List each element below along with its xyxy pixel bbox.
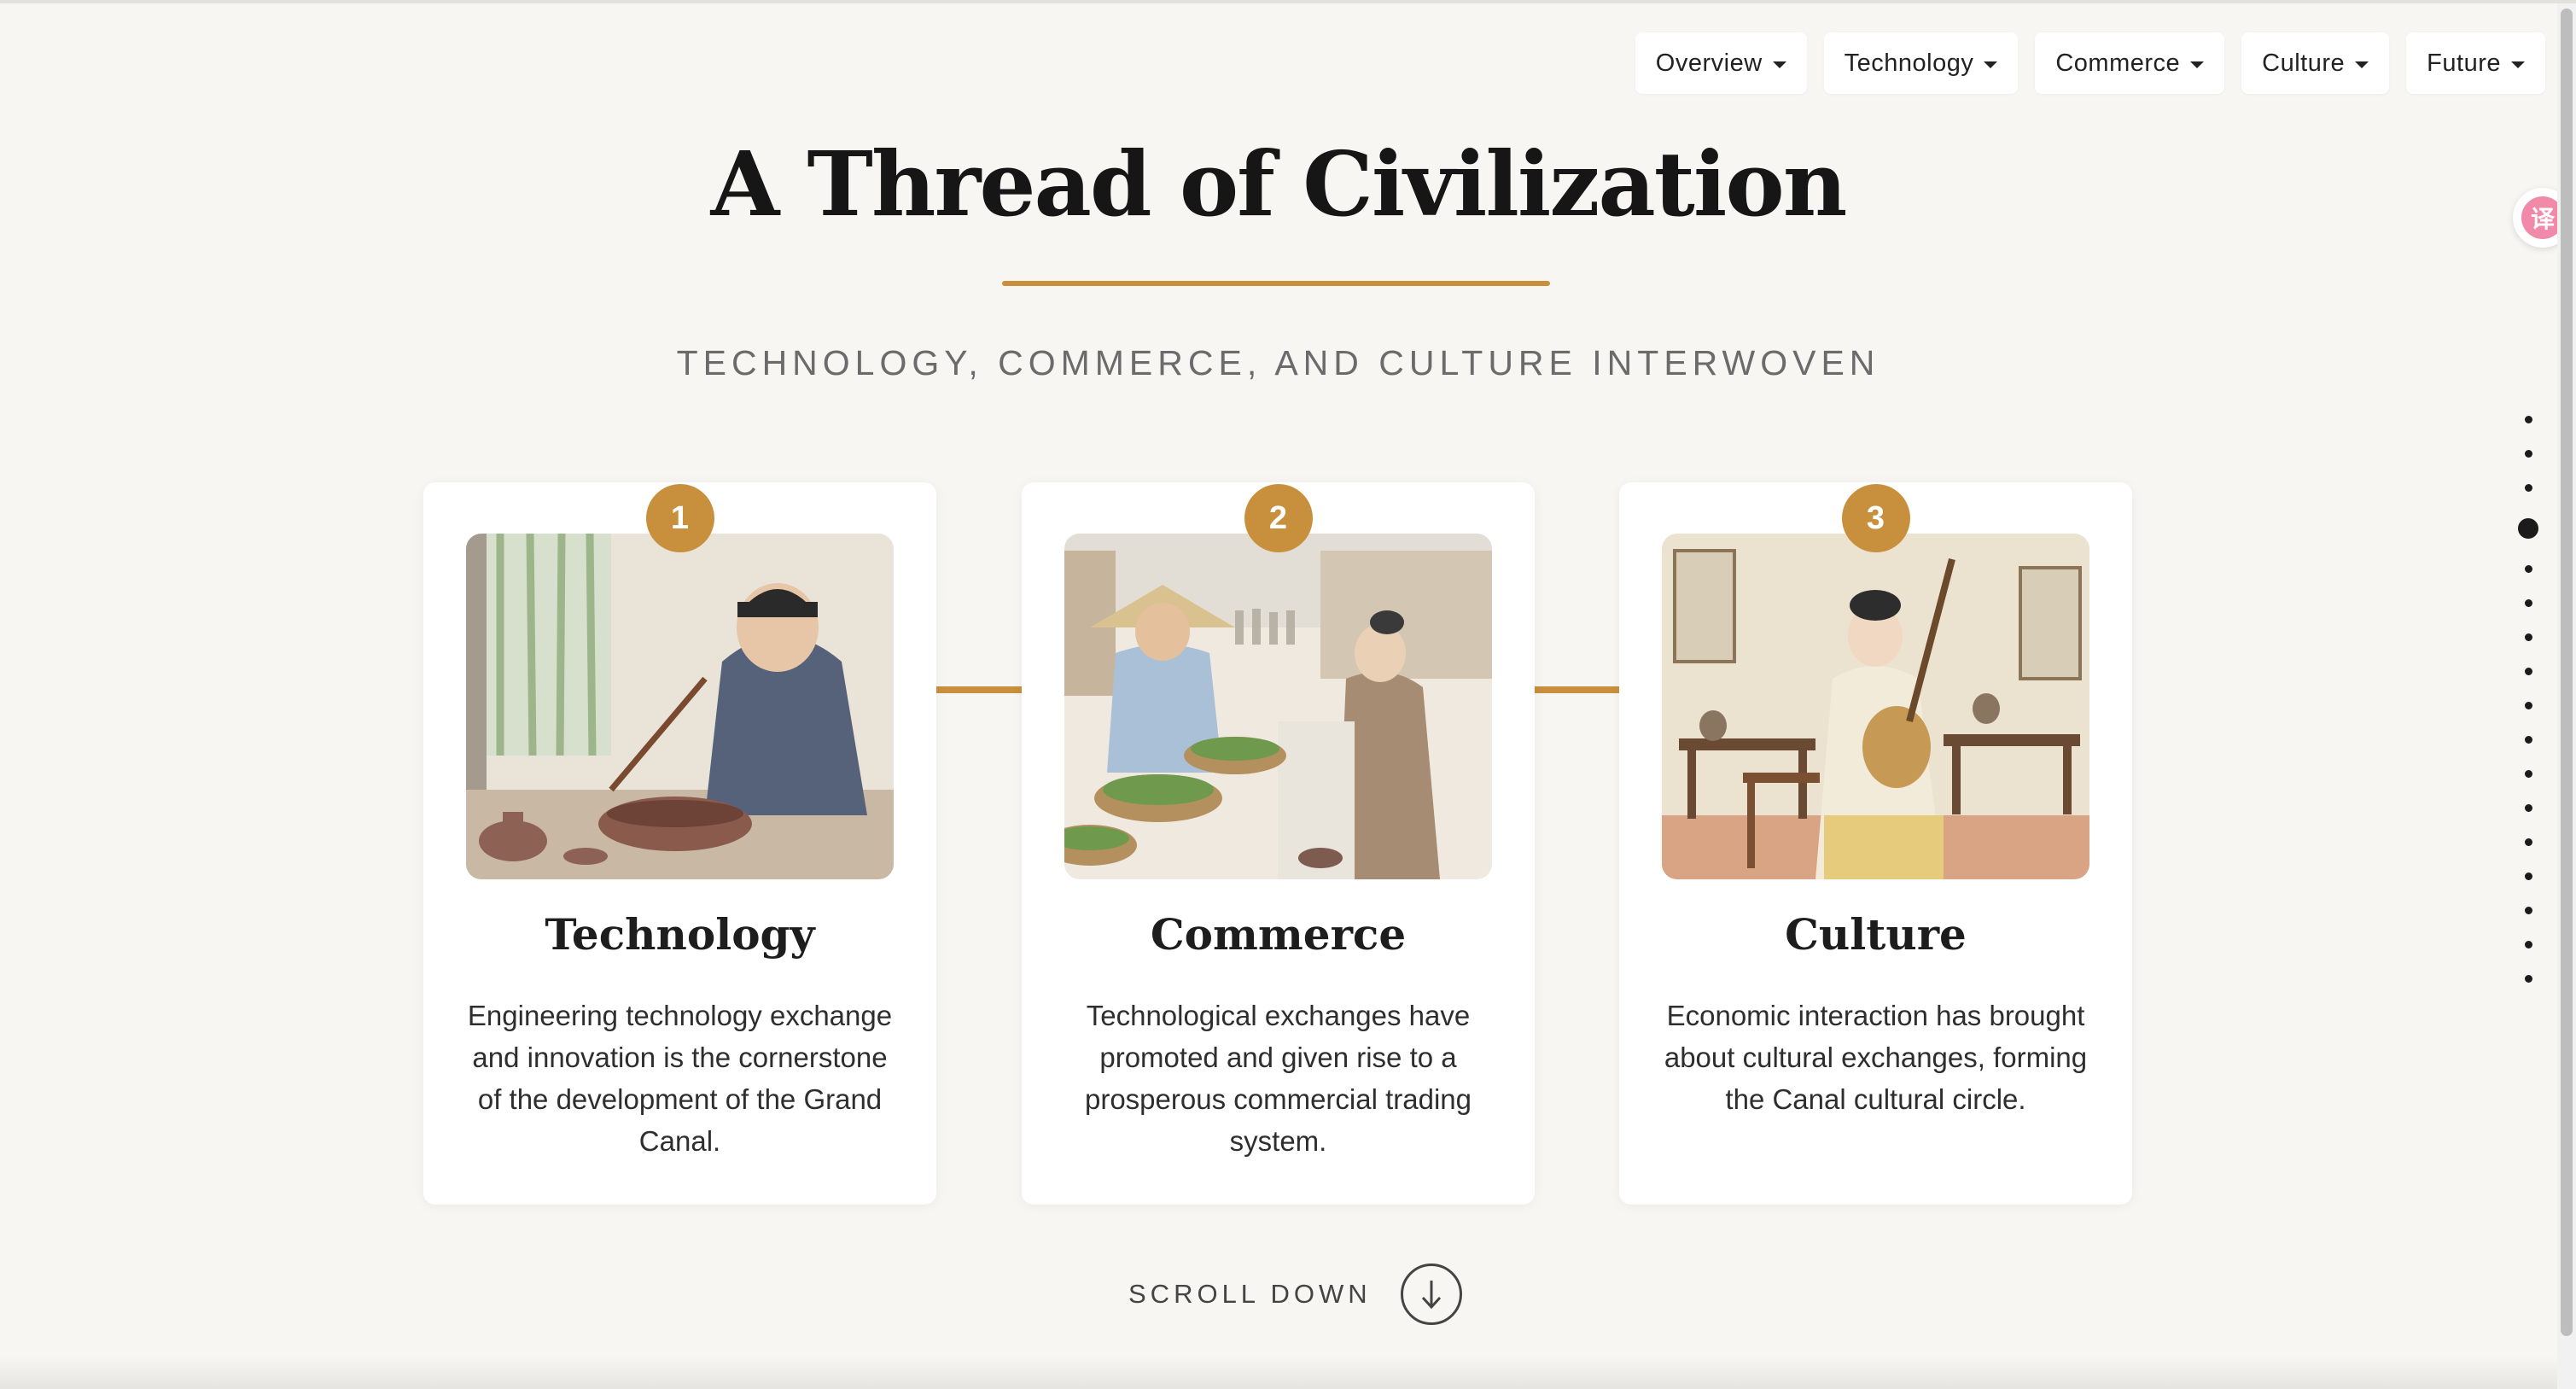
- scrollbar[interactable]: [2557, 3, 2576, 1389]
- caret-down-icon: [2511, 61, 2525, 68]
- commerce-illustration: [1064, 534, 1492, 879]
- nav-overview-dropdown[interactable]: Overview: [1635, 32, 1807, 94]
- section-dot[interactable]: [2524, 565, 2532, 573]
- nav-technology-dropdown[interactable]: Technology: [1823, 32, 2019, 94]
- section-dot[interactable]: [2524, 702, 2532, 709]
- title-divider: [1002, 281, 1550, 286]
- section-dots: [2518, 416, 2538, 983]
- caret-down-icon: [1984, 61, 1998, 68]
- card-technology[interactable]: 1 Technology Engineering technology exch…: [423, 482, 936, 1205]
- card-title: Technology: [545, 909, 815, 960]
- section-dot[interactable]: [2524, 804, 2532, 812]
- section-dot[interactable]: [2524, 736, 2532, 744]
- section-dot-active[interactable]: [2518, 518, 2538, 539]
- nav-commerce-dropdown[interactable]: Commerce: [2035, 32, 2225, 94]
- section-dot[interactable]: [2524, 770, 2532, 778]
- nav-label: Technology: [1844, 49, 1974, 77]
- step-badge: 2: [1244, 484, 1313, 552]
- section-dot[interactable]: [2524, 484, 2532, 492]
- nav-label: Commerce: [2055, 49, 2181, 77]
- card-title: Culture: [1785, 909, 1967, 960]
- nav-culture-dropdown[interactable]: Culture: [2241, 32, 2390, 94]
- page-subtitle: TECHNOLOGY, COMMERCE, AND CULTURE INTERW…: [676, 343, 1880, 382]
- card-description: Economic interaction has brought about c…: [1664, 1000, 2088, 1115]
- scrollbar-thumb[interactable]: [2561, 9, 2573, 1336]
- bottom-shadow: [0, 1357, 2557, 1389]
- culture-illustration: [1662, 534, 2089, 879]
- step-badge: 3: [1841, 484, 1910, 552]
- caret-down-icon: [1772, 61, 1786, 68]
- scroll-down-button[interactable]: SCROLL DOWN: [1128, 1264, 1462, 1325]
- section-dot[interactable]: [2524, 907, 2532, 914]
- nav-label: Culture: [2262, 49, 2346, 77]
- caret-down-icon: [2355, 61, 2369, 68]
- nav-label: Overview: [1655, 49, 1763, 77]
- section-dot[interactable]: [2524, 416, 2532, 423]
- scroll-down-label: SCROLL DOWN: [1128, 1279, 1372, 1309]
- section-dot[interactable]: [2524, 873, 2532, 880]
- arrow-down-icon[interactable]: [1400, 1264, 1462, 1325]
- section-dot[interactable]: [2524, 838, 2532, 846]
- caret-down-icon: [2190, 61, 2205, 68]
- top-nav: Overview Technology Commerce Culture Fut…: [1635, 32, 2545, 94]
- section-dot[interactable]: [2524, 633, 2532, 641]
- connector-line: [936, 686, 1022, 693]
- section-dot[interactable]: [2524, 941, 2532, 948]
- technology-illustration: [466, 534, 894, 879]
- section-dot[interactable]: [2524, 975, 2532, 983]
- card-commerce[interactable]: 2 Commerce Technological exchanges have …: [1022, 482, 1535, 1205]
- section-dot[interactable]: [2524, 599, 2532, 607]
- step-badge: 1: [645, 484, 714, 552]
- card-title: Commerce: [1150, 909, 1407, 960]
- card-culture[interactable]: 3 Culture Economic interaction has broug: [1619, 482, 2132, 1205]
- nav-label: Future: [2427, 49, 2501, 77]
- connector-line: [1534, 686, 1619, 693]
- card-description: Technological exchanges have promoted an…: [1084, 1000, 1472, 1157]
- section-dot[interactable]: [2524, 450, 2532, 458]
- nav-future-dropdown[interactable]: Future: [2406, 32, 2545, 94]
- page-title: A Thread of Civilization: [710, 131, 1848, 236]
- section-dot[interactable]: [2524, 668, 2532, 675]
- card-description: Engineering technology exchange and inno…: [467, 1000, 893, 1157]
